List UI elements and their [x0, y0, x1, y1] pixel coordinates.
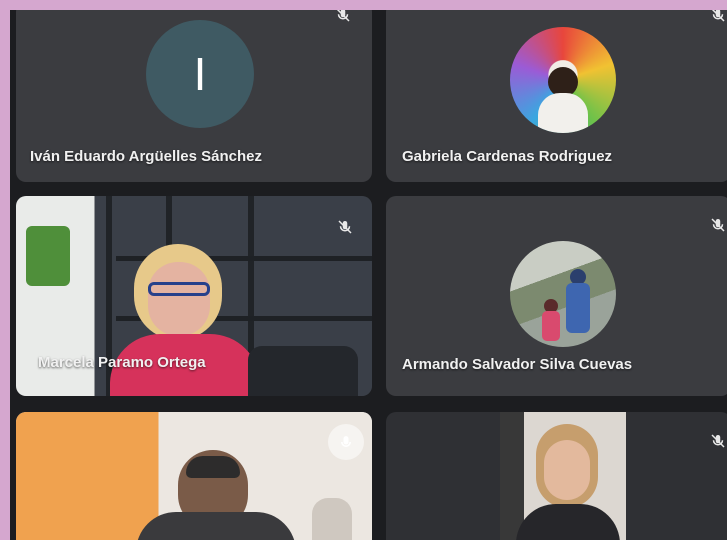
participant-tile-marcela[interactable]: Marcela Paramo Ortega — [16, 196, 372, 396]
participant-tile-ivan[interactable]: I Iván Eduardo Argüelles Sánchez — [16, 10, 372, 182]
video-grid: I Iván Eduardo Argüelles Sánchez Gabriel… — [10, 10, 727, 540]
video-feed — [500, 412, 626, 540]
mic-off-icon — [711, 218, 725, 232]
pin-icon — [341, 436, 351, 447]
participant-name: Gabriela Cardenas Rodriguez — [402, 148, 613, 165]
video-feed — [16, 412, 372, 540]
participant-name: Iván Eduardo Argüelles Sánchez — [30, 148, 263, 165]
participant-name: Armando Salvador Silva Cuevas — [402, 356, 633, 373]
mic-off-icon — [711, 434, 725, 448]
participant-tile-video-6[interactable] — [386, 412, 727, 540]
mic-off-icon — [711, 10, 725, 22]
avatar-photo — [510, 27, 616, 133]
mic-off-icon — [338, 220, 352, 234]
avatar-initial: I — [146, 20, 254, 128]
mic-off-icon — [336, 10, 350, 22]
participant-tile-video-5[interactable] — [16, 412, 372, 540]
participant-tile-armando[interactable]: Armando Salvador Silva Cuevas — [386, 196, 727, 396]
participant-tile-gabriela[interactable]: Gabriela Cardenas Rodriguez — [386, 10, 727, 182]
avatar-photo — [510, 241, 616, 347]
pin-button[interactable] — [328, 424, 364, 460]
participant-name: Marcela Paramo Ortega — [38, 354, 206, 371]
